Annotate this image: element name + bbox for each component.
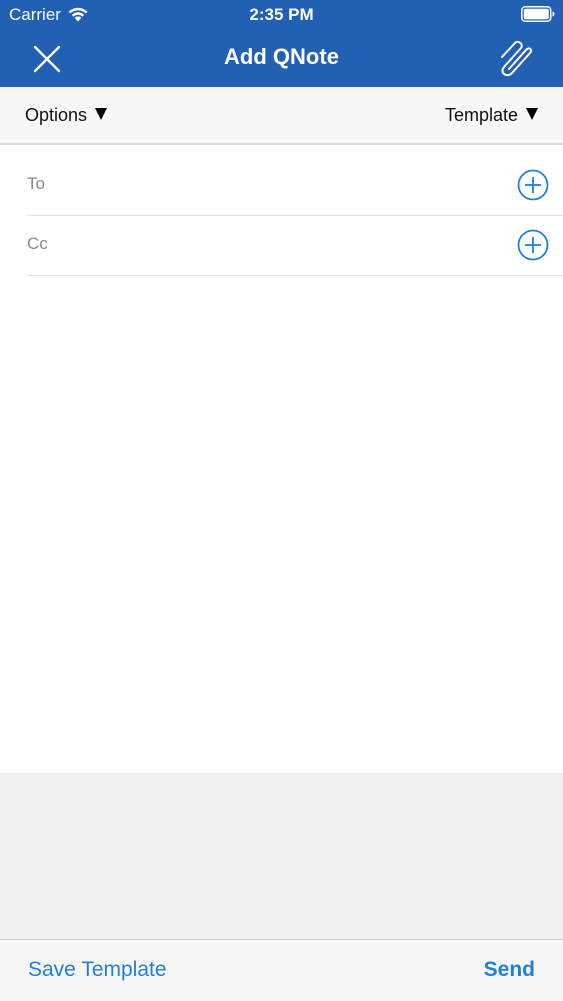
template-dropdown[interactable]: Template xyxy=(445,105,538,126)
attach-button[interactable] xyxy=(493,36,539,82)
send-button[interactable]: Send xyxy=(484,958,535,982)
save-template-button[interactable]: Save Template xyxy=(28,958,167,982)
keyboard-spacer xyxy=(0,773,563,939)
to-row: To xyxy=(27,155,563,216)
options-bar: Options Template xyxy=(0,87,563,145)
options-dropdown[interactable]: Options xyxy=(25,105,108,126)
app-header: Carrier 2:35 PM Add QNote xyxy=(0,0,563,87)
page-title: Add QNote xyxy=(224,44,339,69)
status-time: 2:35 PM xyxy=(249,5,314,24)
nav-bar: Add QNote xyxy=(0,30,563,87)
options-label: Options xyxy=(25,105,88,125)
caret-down-icon xyxy=(526,107,538,120)
note-body xyxy=(0,276,563,773)
battery-icon xyxy=(521,6,555,22)
bottom-toolbar: Save Template Send xyxy=(0,939,563,1001)
status-bar: Carrier 2:35 PM xyxy=(0,0,563,30)
paperclip-icon xyxy=(501,40,533,77)
add-to-recipient-button[interactable] xyxy=(517,169,549,201)
to-input[interactable] xyxy=(77,167,503,205)
cc-label: Cc xyxy=(27,234,48,253)
note-body-input[interactable] xyxy=(27,286,543,763)
add-cc-recipient-button[interactable] xyxy=(517,229,549,261)
caret-down-icon xyxy=(95,107,108,120)
template-label: Template xyxy=(444,105,518,125)
cc-row: Cc xyxy=(27,215,563,276)
to-label: To xyxy=(27,174,45,193)
cc-input[interactable] xyxy=(77,227,503,265)
